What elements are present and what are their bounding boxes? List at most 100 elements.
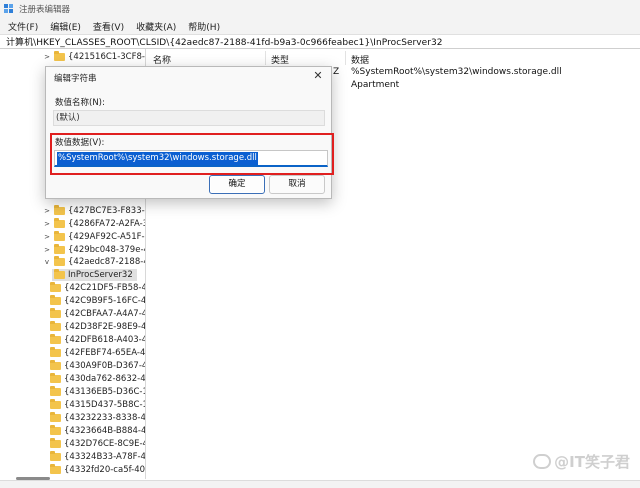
column-header-name[interactable]: 名称 [153, 53, 171, 66]
address-bar[interactable]: 计算机\HKEY_CLASSES_ROOT\CLSID\{42aedc87-21… [0, 34, 640, 49]
tree-item-label: {4332fd20-ca5f-40 [64, 465, 146, 475]
folder-icon [50, 464, 61, 474]
tree-item-label: {42C21DF5-FB58-4 [64, 283, 146, 293]
tree-item-label: {421516C1-3CF8-1 [68, 52, 146, 62]
ok-button[interactable]: 确定 [209, 175, 265, 194]
folder-icon [54, 231, 65, 241]
value-data-label: 数值数据(V): [55, 138, 105, 148]
tree-item[interactable]: > {429AF92C-A51F-1 [42, 231, 145, 243]
tree-item-label: {427BC7E3-F833-4 [68, 206, 146, 216]
tree-item-label: {432D76CE-8C9E-4 [64, 439, 146, 449]
status-bar [0, 480, 640, 488]
tree-item[interactable]: {4332fd20-ca5f-40 [48, 464, 145, 476]
tree-item[interactable]: {43136EB5-D36C-1 [48, 386, 146, 398]
folder-icon [50, 412, 61, 422]
tree-item-label: {4315D437-5B8C-1 [64, 400, 146, 410]
dialog-title: 编辑字符串 [54, 74, 97, 84]
folder-icon [50, 347, 61, 357]
menu-file[interactable]: 文件(F) [8, 20, 38, 33]
expand-arrow-icon[interactable]: > [42, 207, 52, 215]
tree-item[interactable]: {42CBFAA7-A4A7-4 [48, 308, 146, 320]
tree-item[interactable]: > {427BC7E3-F833-4 [42, 205, 146, 217]
watermark-text: @IT笑子君 [554, 453, 630, 471]
tree-item[interactable]: {4323664B-B884-4 [48, 425, 146, 437]
tree-indent-area [0, 49, 34, 479]
folder-icon [50, 282, 61, 292]
tree-item[interactable]: {430da762-8632-4 [48, 373, 146, 385]
tree-item-label: {42aedc87-2188-4 [68, 257, 146, 267]
folder-icon [50, 308, 61, 318]
value-type-cell[interactable]: Z [333, 67, 339, 77]
expand-arrow-icon[interactable]: > [42, 233, 52, 241]
tree-item[interactable]: {43324B33-A78F-4 [48, 451, 145, 463]
tree-item-label: {4286FA72-A2FA-3 [68, 219, 146, 229]
value-name-label: 数值名称(N): [55, 98, 105, 108]
folder-icon [54, 205, 65, 215]
tree-item[interactable]: {42D38F2E-98E9-4 [48, 321, 145, 333]
value-data-input[interactable]: %SystemRoot%\system32\windows.storage.dl… [54, 150, 328, 167]
tree-item[interactable]: > {421516C1-3CF8-1 [42, 51, 146, 63]
collapse-arrow-icon[interactable]: v [42, 258, 52, 266]
folder-icon [50, 360, 61, 370]
tree-item-label: {42FEBF74-65EA-4 [64, 348, 146, 358]
menu-favorites[interactable]: 收藏夹(A) [136, 20, 176, 33]
tree-item-label: {43232233-8338-4 [64, 413, 146, 423]
expand-arrow-icon[interactable]: > [42, 246, 52, 254]
folder-icon [50, 295, 61, 305]
watermark: @IT笑子君 [533, 451, 630, 472]
column-divider[interactable] [265, 51, 266, 65]
folder-icon [50, 386, 61, 396]
menu-help[interactable]: 帮助(H) [188, 20, 220, 33]
column-header-data[interactable]: 数据 [351, 53, 369, 66]
menu-bar: 文件(F) 编辑(E) 查看(V) 收藏夹(A) 帮助(H) [0, 18, 640, 34]
folder-icon [54, 51, 65, 61]
tree-item-expanded[interactable]: v {42aedc87-2188-4 [42, 256, 146, 268]
cancel-button[interactable]: 取消 [269, 175, 325, 194]
folder-open-icon [54, 256, 65, 266]
folder-icon [50, 438, 61, 448]
tree-item-selected[interactable]: InProcServer32 [52, 269, 137, 281]
tree-item[interactable]: {432D76CE-8C9E-4 [48, 438, 146, 450]
value-name-field: (默认) [53, 110, 325, 126]
close-icon[interactable]: ✕ [311, 69, 325, 83]
folder-icon [50, 321, 61, 331]
folder-icon [50, 425, 61, 435]
folder-icon [54, 269, 65, 279]
tree-item-label: {42DFB618-A403-4 [64, 335, 146, 345]
menu-view[interactable]: 查看(V) [93, 20, 124, 33]
address-path[interactable]: 计算机\HKEY_CLASSES_ROOT\CLSID\{42aedc87-21… [6, 35, 443, 48]
expand-arrow-icon[interactable]: > [42, 220, 52, 228]
folder-icon [50, 373, 61, 383]
tree-item-label: {42C9B9F5-16FC-4 [64, 296, 146, 306]
window-title: 注册表编辑器 [19, 5, 71, 15]
value-data-text[interactable]: %SystemRoot%\system32\windows.storage.dl… [57, 152, 258, 165]
chat-bubble-icon [533, 454, 552, 469]
folder-icon [50, 451, 61, 461]
folder-icon [50, 334, 61, 344]
tree-item[interactable]: > {429bc048-379e-4 [42, 244, 145, 256]
folder-icon [50, 399, 61, 409]
tree-item[interactable]: {42FEBF74-65EA-4 [48, 347, 145, 359]
tree-item-label: InProcServer32 [68, 270, 133, 280]
tree-item[interactable]: {43232233-8338-4 [48, 412, 146, 424]
folder-icon [54, 244, 65, 254]
tree-item[interactable]: {42DFB618-A403-4 [48, 334, 146, 346]
tree-item[interactable]: {42C21DF5-FB58-4 [48, 282, 146, 294]
tree-item-label: {42CBFAA7-A4A7-4 [64, 309, 146, 319]
column-header-type[interactable]: 类型 [271, 53, 289, 66]
tree-item[interactable]: {430A9F0B-D367-4 [48, 360, 146, 372]
tree-item-label: {430A9F0B-D367-4 [64, 361, 146, 371]
tree-item-label: {430da762-8632-4 [64, 374, 146, 384]
tree-item[interactable]: {4315D437-5B8C-1 [48, 399, 146, 411]
tree-item[interactable]: > {4286FA72-A2FA-3 [42, 218, 146, 230]
value-data-cell[interactable]: %SystemRoot%\system32\windows.storage.dl… [351, 67, 562, 77]
tree-item[interactable]: {42C9B9F5-16FC-4 [48, 295, 146, 307]
folder-icon [54, 218, 65, 228]
tree-item-label: {4323664B-B884-4 [64, 426, 146, 436]
title-bar: 注册表编辑器 [0, 0, 640, 18]
expand-arrow-icon[interactable]: > [42, 53, 52, 61]
value-data-cell[interactable]: Apartment [351, 80, 399, 90]
tree-item-label: {43136EB5-D36C-1 [64, 387, 146, 397]
column-divider[interactable] [345, 51, 346, 65]
menu-edit[interactable]: 编辑(E) [50, 20, 81, 33]
